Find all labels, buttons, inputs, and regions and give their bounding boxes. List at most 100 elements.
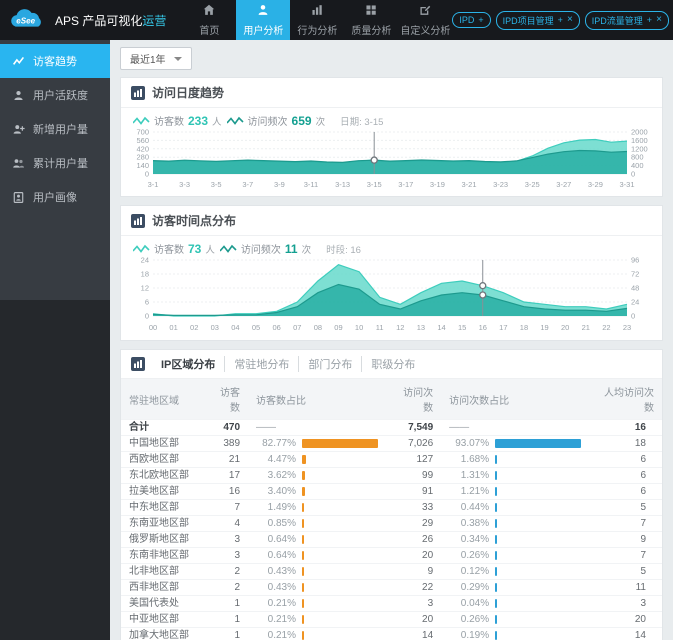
table-row[interactable]: 东北欧地区部 17 3.62% 99 1.31% 6 <box>121 467 662 484</box>
cell-visitors: 2 <box>202 579 249 596</box>
project-pill-ipd-traffic[interactable]: IPD流量管理 + × <box>584 10 669 30</box>
nav-tab-quality-analysis[interactable]: 质量分析 <box>344 0 398 40</box>
blue-bar <box>495 599 498 608</box>
table-row[interactable]: 东南亚地区部 4 0.85% 29 0.38% 7 <box>121 515 662 532</box>
cell-visits-pct: 0.26% <box>441 547 589 564</box>
pill-close-icon[interactable]: × <box>656 15 662 25</box>
portrait-icon <box>13 191 24 203</box>
cell-visits-pct: 0.26% <box>441 611 589 628</box>
legend-visitors[interactable]: 访客数 233 人 <box>133 113 222 128</box>
custom-analysis-icon <box>418 3 432 20</box>
cell-avg: 5 <box>588 499 662 516</box>
pill-add-icon[interactable]: + <box>558 15 563 25</box>
cell-region: 东南亚地区部 <box>121 515 203 532</box>
legend-label: 访客数 <box>154 245 184 256</box>
cell-visits-pct: 1.21% <box>441 483 589 500</box>
nav-tab-behavior-analysis[interactable]: 行为分析 <box>290 0 344 40</box>
table-row[interactable]: 俄罗斯地区部 3 0.64% 26 0.34% 9 <box>121 531 662 548</box>
svg-text:0: 0 <box>631 170 635 179</box>
nav-tab-home[interactable]: 首页 <box>182 0 236 40</box>
cell-visits: 20 <box>386 611 442 628</box>
pct-value: 0.19% <box>460 630 490 640</box>
pill-label: IPD流量管理 <box>591 15 643 26</box>
svg-text:20: 20 <box>561 323 569 332</box>
tab-ip-region[interactable]: IP区域分布 <box>152 356 224 372</box>
tab-residence[interactable]: 常驻地分布 <box>224 356 298 372</box>
table-row[interactable]: 东南非地区部 3 0.64% 20 0.26% 7 <box>121 547 662 564</box>
tab-department[interactable]: 部门分布 <box>298 356 361 372</box>
sidebar-item-user-activity[interactable]: 用户活跃度 <box>0 78 110 112</box>
card-title: 访客时间点分布 <box>152 214 237 228</box>
svg-text:700: 700 <box>136 128 149 137</box>
sidebar-item-total-users[interactable]: 累计用户量 <box>0 146 110 180</box>
cell-avg: 3 <box>588 595 662 612</box>
svg-text:140: 140 <box>136 161 149 170</box>
cell-visitors-pct: 3.40% <box>248 483 387 500</box>
pct-value: 0.34% <box>460 534 490 545</box>
table-row[interactable]: 加拿大地区部 1 0.21% 14 0.19% 14 <box>121 627 662 640</box>
svg-text:3-13: 3-13 <box>335 180 350 189</box>
svg-text:3-19: 3-19 <box>430 180 445 189</box>
logo-cloud-icon[interactable]: eSee <box>6 6 50 34</box>
cell-region: 中亚地区部 <box>121 611 203 628</box>
pill-close-icon[interactable]: × <box>567 15 573 25</box>
svg-text:3-25: 3-25 <box>525 180 540 189</box>
table-row[interactable]: 美国代表处 1 0.21% 3 0.04% 3 <box>121 595 662 612</box>
cell-avg: 18 <box>588 435 662 452</box>
nav-tab-user-analysis[interactable]: 用户分析 <box>236 0 291 40</box>
sidebar-item-new-users[interactable]: 新增用户量 <box>0 112 110 146</box>
table-total-row: 合计 470 —— 7,549 —— 16 <box>121 419 662 436</box>
blue-bar <box>495 551 498 560</box>
table-row[interactable]: 中亚地区部 1 0.21% 20 0.26% 20 <box>121 611 662 628</box>
pill-add-icon[interactable]: + <box>647 15 652 25</box>
svg-text:0: 0 <box>145 170 149 179</box>
cell-visits-pct: 0.12% <box>441 563 589 580</box>
table-row[interactable]: 西非地区部 2 0.43% 22 0.29% 11 <box>121 579 662 596</box>
table-row[interactable]: 中国地区部 389 82.77% 7,026 93.07% 18 <box>121 435 662 452</box>
legend-frequency[interactable]: 访问频次 659 次 <box>226 113 325 128</box>
orange-bar <box>302 455 307 464</box>
table-row[interactable]: 西欧地区部 21 4.47% 127 1.68% 6 <box>121 451 662 468</box>
daily-trend-chart[interactable]: 014028042056070004008001200160020003-1 3-… <box>123 128 660 194</box>
top-navbar: eSee APS 产品可视化运营 首页 用户分析 行为分析 质量分析 自定义分析… <box>0 0 673 40</box>
date-range-select[interactable]: 最近1年 <box>120 47 192 70</box>
project-pill-ipd[interactable]: IPD + <box>452 12 491 28</box>
legend-unit: 次 <box>301 244 312 256</box>
filter-row: 最近1年 <box>120 47 663 70</box>
legend-label: 访问频次 <box>247 117 288 128</box>
total-region: 合计 <box>121 419 203 436</box>
section-icon <box>131 357 145 371</box>
legend-label: 访客数 <box>154 117 184 128</box>
hourly-legend: 访客数 73 人 访问频次 11 次 时段: 16 <box>121 236 662 256</box>
project-pill-ipd-project[interactable]: IPD项目管理 + × <box>495 10 580 30</box>
table-row[interactable]: 北非地区部 2 0.43% 9 0.12% 5 <box>121 563 662 580</box>
legend-visitors[interactable]: 访客数 73 人 <box>133 241 215 256</box>
svg-text:04: 04 <box>231 323 239 332</box>
legend-frequency[interactable]: 访问频次 11 次 <box>219 241 312 256</box>
svg-text:21: 21 <box>582 323 590 332</box>
table-row[interactable]: 拉美地区部 16 3.40% 91 1.21% 6 <box>121 483 662 500</box>
cell-visitors: 1 <box>202 595 249 612</box>
svg-text:3-5: 3-5 <box>211 180 222 189</box>
col-header-visitors: 访客数 <box>202 379 249 420</box>
cell-visitors-pct: 4.47% <box>248 451 387 468</box>
cell-visitors-pct: 0.85% <box>248 515 387 532</box>
sidebar-item-user-profile[interactable]: 用户画像 <box>0 180 110 214</box>
cell-visitors: 1 <box>202 611 249 628</box>
pct-value: 0.38% <box>460 518 490 529</box>
pct-value: 0.26% <box>460 614 490 625</box>
sidebar-item-visitor-trend[interactable]: 访客趋势 <box>0 44 110 78</box>
hourly-distribution-chart[interactable]: 0612182402448729600 01 02 03 04 05 06 07 08 09 10 1… <box>123 256 660 338</box>
tab-job-level[interactable]: 职级分布 <box>361 356 424 372</box>
nav-tab-custom-analysis[interactable]: 自定义分析 <box>398 0 452 40</box>
distribution-tabs: IP区域分布 常驻地分布 部门分布 职级分布 <box>152 356 424 372</box>
legend-label: 访问频次 <box>240 245 281 256</box>
zigzag-line-icon <box>219 244 237 253</box>
legend-value: 659 <box>291 113 312 128</box>
total-visits: 7,549 <box>386 419 442 436</box>
table-row[interactable]: 中东地区部 7 1.49% 33 0.44% 5 <box>121 499 662 516</box>
pill-add-icon[interactable]: + <box>478 15 483 25</box>
svg-text:800: 800 <box>631 153 644 162</box>
pct-value: 0.21% <box>267 598 297 609</box>
cell-visitors: 4 <box>202 515 249 532</box>
